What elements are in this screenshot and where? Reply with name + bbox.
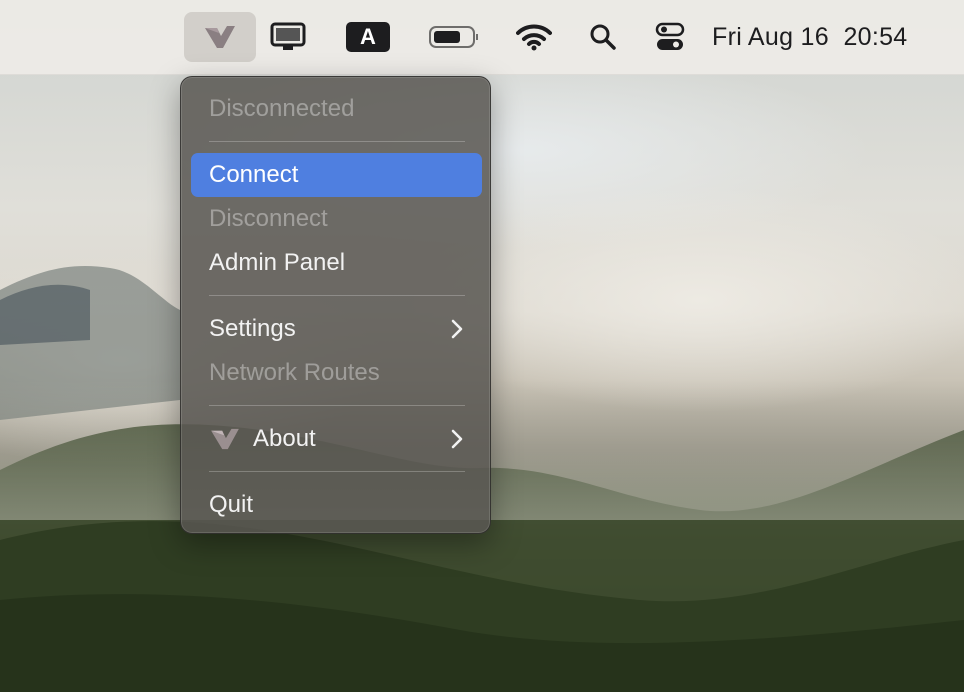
menu-separator [209, 471, 465, 472]
app-menu-extra[interactable] [184, 12, 256, 62]
chevron-right-icon [451, 429, 463, 449]
spotlight-menu-extra[interactable] [584, 12, 622, 62]
app-logo-icon [211, 428, 239, 450]
admin-panel-menu-item[interactable]: Admin Panel [191, 241, 482, 285]
app-logo-icon [205, 26, 235, 48]
about-menu-item[interactable]: About [191, 417, 482, 461]
wifi-icon [516, 24, 552, 51]
menu-separator [209, 295, 465, 296]
settings-label: Settings [209, 315, 296, 342]
about-label: About [253, 425, 316, 452]
status-disconnected-label: Disconnected [209, 95, 355, 122]
menu-separator [209, 405, 465, 406]
network-routes-menu-item[interactable]: Network Routes [191, 351, 482, 395]
menu-bar: A Fri Aug 16 20:54 [0, 0, 964, 75]
app-dropdown-menu: Disconnected Connect Disconnect Admin Pa… [180, 76, 491, 534]
battery-icon [429, 26, 478, 48]
input-source-badge: A [346, 22, 390, 52]
search-icon [590, 24, 616, 50]
menu-separator [209, 141, 465, 142]
menu-bar-clock[interactable]: Fri Aug 16 20:54 [712, 12, 942, 62]
wifi-menu-extra[interactable] [514, 12, 554, 62]
control-center-menu-extra[interactable] [650, 12, 690, 62]
input-source-menu-extra[interactable]: A [346, 12, 390, 62]
control-center-icon [655, 22, 685, 50]
display-menu-extra[interactable] [268, 12, 308, 62]
chevron-right-icon [451, 319, 463, 339]
disconnect-menu-item[interactable]: Disconnect [191, 197, 482, 241]
settings-menu-item[interactable]: Settings [191, 307, 482, 351]
quit-menu-item[interactable]: Quit [191, 483, 482, 527]
display-icon [270, 22, 306, 50]
connect-menu-item[interactable]: Connect [191, 153, 482, 197]
battery-menu-extra[interactable] [426, 12, 482, 62]
